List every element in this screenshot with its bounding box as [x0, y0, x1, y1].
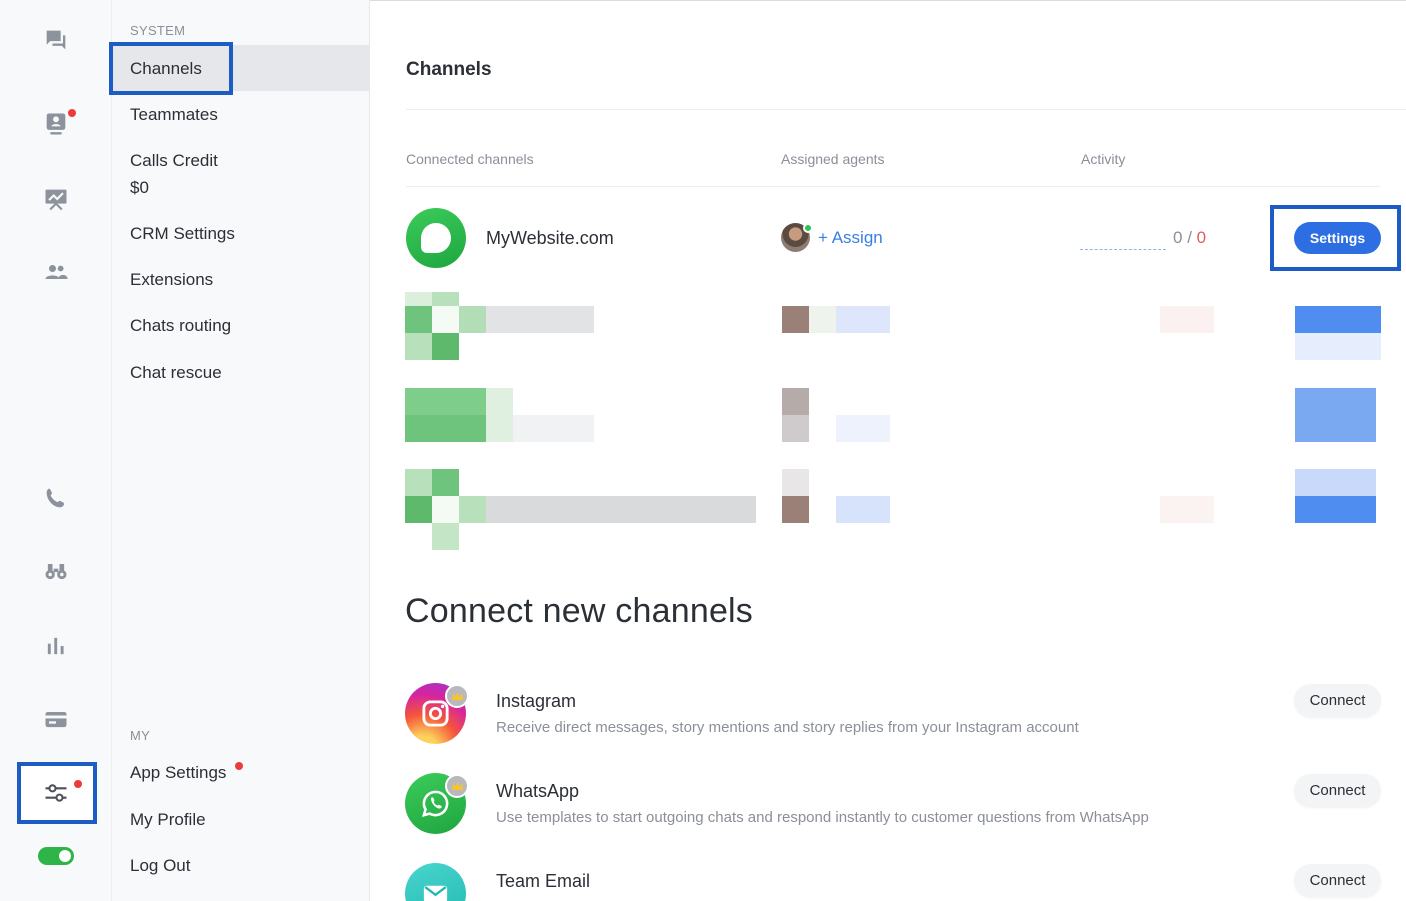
nav-item-my-profile[interactable]: My Profile: [130, 809, 206, 831]
blurred-channel-row: [405, 292, 1385, 362]
nav-item-teammates[interactable]: Teammates: [130, 104, 218, 126]
channel-settings-button[interactable]: Settings: [1294, 222, 1381, 254]
online-status-dot: [803, 223, 813, 233]
activity-count: 0 / 0: [1173, 228, 1206, 248]
reports-icon[interactable]: [36, 628, 76, 664]
calls-credit-value: $0: [130, 178, 149, 197]
nav-item-crm-settings[interactable]: CRM Settings: [130, 223, 235, 245]
integration-name-team-email: Team Email: [496, 871, 591, 891]
blurred-channel-row: [405, 469, 1385, 550]
activity-separator: /: [1182, 228, 1197, 247]
visitors-notification-dot: [68, 109, 76, 117]
top-border: [370, 0, 1406, 1]
analytics-board-icon[interactable]: [36, 181, 76, 217]
my-heading: MY: [130, 728, 151, 743]
header-divider: [406, 186, 1380, 187]
email-icon: [405, 863, 466, 901]
activity-value-b: 0: [1196, 228, 1207, 247]
settings-notification-dot: [74, 780, 82, 788]
integration-name-whatsapp: WhatsApp: [496, 781, 580, 801]
nav-item-chats-routing[interactable]: Chats routing: [130, 315, 231, 337]
channel-name: MyWebsite.com: [486, 228, 614, 248]
contacts-icon[interactable]: [36, 254, 76, 290]
column-header-agents: Assigned agents: [781, 151, 885, 167]
page-title: Channels: [406, 59, 492, 80]
system-heading: SYSTEM: [130, 23, 186, 38]
connect-instagram-button[interactable]: Connect: [1294, 684, 1381, 717]
premium-crown-icon: [445, 774, 469, 798]
billing-icon[interactable]: [36, 701, 76, 737]
app-settings-notification-dot: [235, 762, 243, 770]
nav-item-extensions[interactable]: Extensions: [130, 269, 213, 291]
integration-desc-whatsapp: Use templates to start outgoing chats an…: [496, 809, 1149, 826]
column-header-connected: Connected channels: [406, 151, 534, 167]
chats-icon[interactable]: [36, 22, 76, 58]
status-toggle[interactable]: [38, 847, 74, 865]
assign-link[interactable]: + Assign: [818, 228, 883, 248]
chat-widget-icon: [406, 208, 466, 268]
nav-item-channels[interactable]: Channels: [130, 58, 202, 80]
settings-sliders-icon[interactable]: [36, 775, 76, 811]
title-divider: [406, 109, 1406, 110]
nav-item-log-out[interactable]: Log Out: [130, 855, 191, 877]
phone-icon[interactable]: [36, 480, 76, 516]
main-content: Channels Connected channels Assigned age…: [370, 0, 1406, 901]
connect-team-email-button[interactable]: Connect: [1294, 864, 1381, 897]
activity-sparkline: [1080, 249, 1166, 250]
premium-crown-icon: [445, 684, 469, 708]
column-header-activity: Activity: [1081, 151, 1126, 167]
settings-nav: SYSTEM Channels Teammates Calls Credit $…: [109, 0, 370, 901]
icon-rail: [0, 0, 112, 901]
nav-item-app-settings[interactable]: App Settings: [130, 762, 226, 784]
connect-new-channels-heading: Connect new channels: [405, 592, 754, 630]
nav-item-chat-rescue[interactable]: Chat rescue: [130, 362, 222, 384]
blurred-channel-row: [405, 388, 1385, 458]
binoculars-icon[interactable]: [36, 553, 76, 589]
integration-name-instagram: Instagram: [496, 691, 577, 711]
connect-whatsapp-button[interactable]: Connect: [1294, 774, 1381, 807]
nav-item-calls-credit[interactable]: Calls Credit: [130, 150, 218, 172]
integration-desc-instagram: Receive direct messages, story mentions …: [496, 719, 1079, 736]
